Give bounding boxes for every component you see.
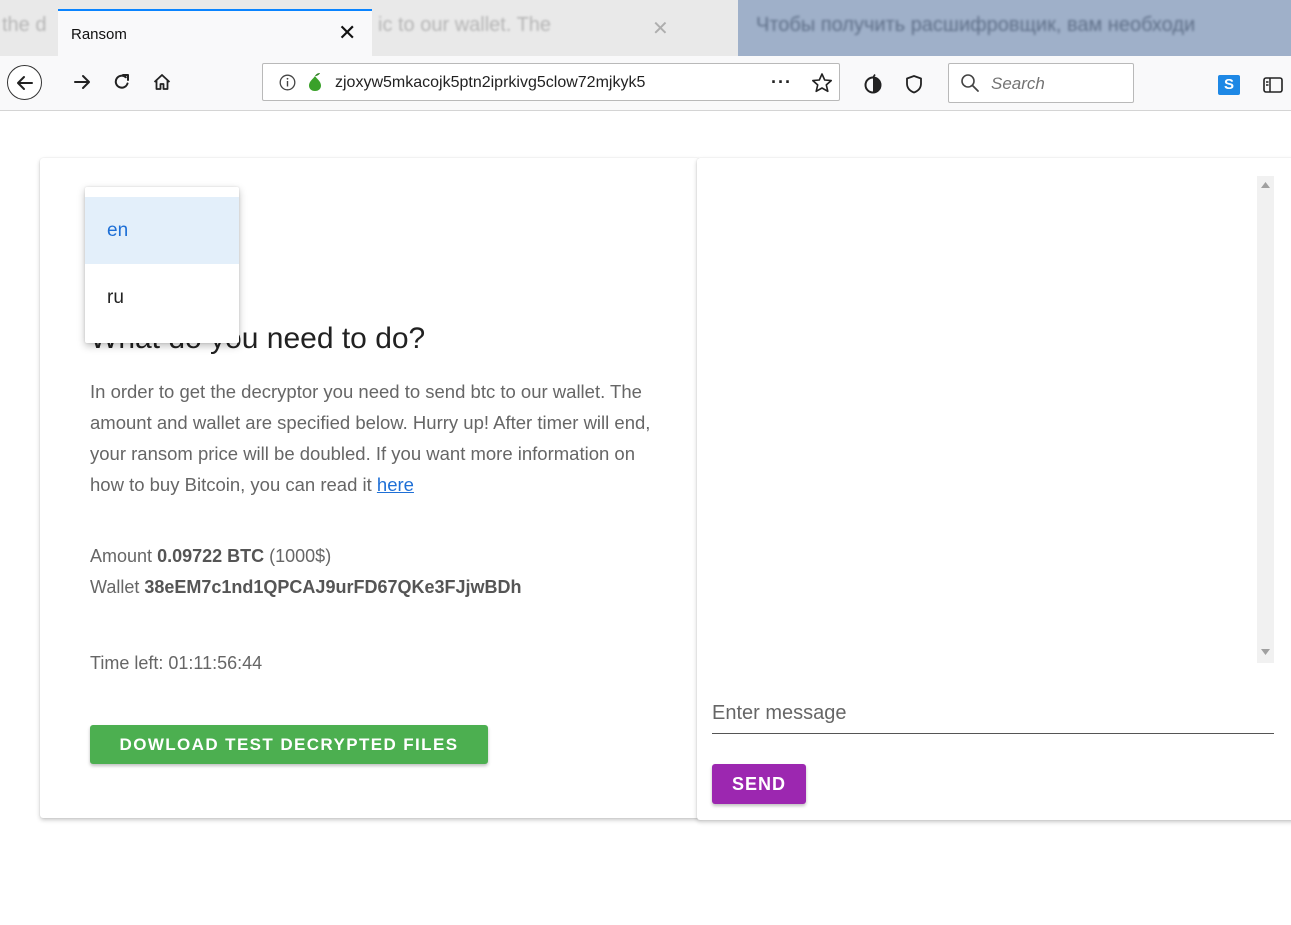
language-dropdown: en ru: [85, 187, 239, 343]
tab-close-icon[interactable]: ✕: [338, 22, 356, 44]
chat-messages-area[interactable]: [712, 176, 1257, 663]
forward-button[interactable]: [64, 64, 100, 100]
amount-line: Amount 0.09722 BTC (1000$): [90, 546, 331, 567]
shield-icon[interactable]: [904, 74, 924, 94]
message-input[interactable]: [712, 693, 1274, 734]
wallet-line: Wallet 38eEM7c1nd1QPCAJ9urFD67QKe3FJjwBD…: [90, 577, 522, 598]
background-tab[interactable]: ic to our wallet. The ✕: [372, 0, 682, 56]
search-icon: [961, 74, 979, 92]
chat-scrollbar[interactable]: [1257, 176, 1274, 663]
language-option-en[interactable]: en: [85, 197, 239, 264]
reload-button[interactable]: [104, 64, 140, 100]
more-icon[interactable]: ···: [771, 72, 792, 93]
search-input[interactable]: [989, 72, 1133, 96]
back-icon: [16, 75, 33, 90]
home-button[interactable]: [144, 64, 180, 100]
reload-icon: [114, 74, 129, 89]
navigation-toolbar: zjoxyw5mkacojk5ptn2iprkivg5clow72mjkyk5 …: [0, 56, 1291, 111]
bitcoin-help-link[interactable]: here: [377, 474, 414, 495]
url-bar[interactable]: zjoxyw5mkacojk5ptn2iprkivg5clow72mjkyk5 …: [262, 63, 840, 101]
language-option-ru[interactable]: ru: [85, 264, 239, 331]
chat-card: SEND: [697, 158, 1291, 820]
instructions-paragraph: In order to get the decryptor you need t…: [90, 376, 670, 500]
star-icon[interactable]: [811, 72, 833, 94]
amount-value: 0.09722 BTC: [157, 546, 265, 566]
background-tab-title: ic to our wallet. The: [378, 14, 552, 36]
back-button[interactable]: [7, 65, 42, 100]
s-extension-icon: S: [1223, 76, 1234, 93]
amount-usd: (1000$): [269, 546, 332, 566]
scroll-down-arrow-icon[interactable]: [1261, 649, 1270, 655]
background-tab-text: the d: [2, 14, 47, 36]
onion-icon: [309, 73, 321, 91]
download-test-files-button[interactable]: DOWLOAD TEST DECRYPTED FILES: [90, 725, 488, 764]
send-button[interactable]: SEND: [712, 764, 806, 804]
scroll-up-arrow-icon[interactable]: [1261, 182, 1270, 188]
tab-title: Ransom: [71, 26, 127, 43]
wallet-address: 38eEM7c1nd1QPCAJ9urFD67QKe3FJjwBDh: [144, 577, 522, 597]
sidebar-icon[interactable]: [1262, 75, 1284, 95]
home-icon: [153, 74, 171, 90]
instructions-text: In order to get the decryptor you need t…: [90, 381, 651, 495]
time-left-value: 01:11:56:44: [168, 653, 263, 673]
wallet-label: Wallet: [90, 577, 140, 597]
forward-icon: [74, 75, 90, 89]
amount-label: Amount: [90, 546, 153, 566]
background-tab-close-icon[interactable]: ✕: [652, 16, 669, 41]
info-icon[interactable]: [279, 74, 296, 91]
tor-icon[interactable]: [863, 74, 883, 94]
url-text[interactable]: zjoxyw5mkacojk5ptn2iprkivg5clow72mjkyk5: [335, 74, 730, 92]
tab-strip: the d ic to our wallet. The ✕ Чтобы полу…: [0, 0, 1291, 56]
time-left-label: Time left:: [90, 653, 164, 673]
tab-ransom[interactable]: Ransom ✕: [58, 9, 372, 56]
s-extension-button[interactable]: S: [1218, 75, 1240, 95]
search-bar[interactable]: [948, 63, 1134, 103]
background-tab-ru-title: Чтобы получить расшифровщик, вам необход…: [756, 14, 1196, 36]
countdown-timer: Time left: 01:11:56:44: [90, 653, 262, 674]
